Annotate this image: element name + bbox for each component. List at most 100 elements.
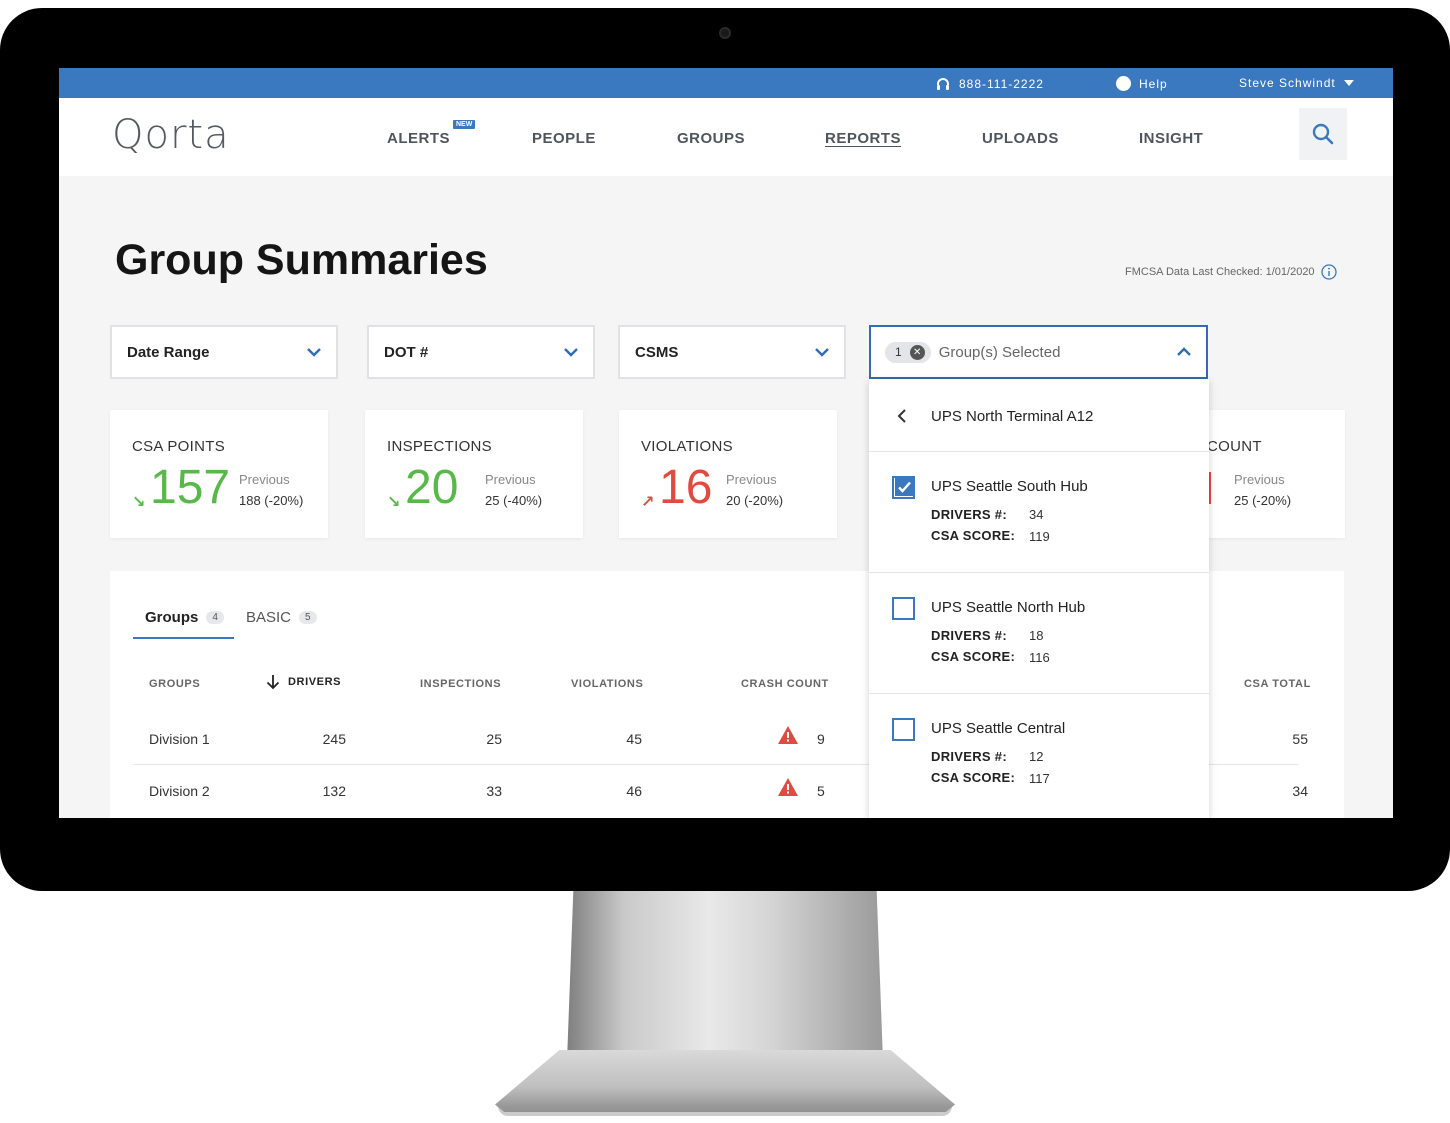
dropdown-back-item[interactable]: UPS North Terminal A12 [869, 379, 1209, 452]
phone-number: 888-111-2222 [959, 77, 1044, 91]
trend-down-icon: ↘ [387, 494, 401, 511]
page-title: Group Summaries [115, 236, 488, 284]
column-header-crash-count[interactable]: CRASH COUNT [741, 678, 829, 690]
trend-down-icon: ↘ [132, 494, 146, 511]
card-previous-value: 20 (-20%) [726, 493, 784, 508]
column-header-violations[interactable]: VIOLATIONS [571, 678, 643, 690]
date-range-label: Date Range [127, 343, 210, 361]
cell-drivers: 245 [322, 731, 346, 747]
checkbox-unchecked[interactable] [892, 718, 915, 741]
selected-count: 1 [895, 345, 902, 359]
warning-icon [778, 726, 798, 744]
monitor-base-shadow [498, 1106, 952, 1116]
tab-label: Groups [145, 609, 199, 626]
drivers-label: DRIVERS #: [931, 507, 1007, 522]
dot-select[interactable]: DOT # [367, 325, 595, 379]
column-header-inspections[interactable]: INSPECTIONS [420, 678, 501, 690]
caret-down-icon [1343, 80, 1354, 86]
camera-icon [719, 27, 731, 39]
chevron-down-icon [307, 348, 321, 357]
chevron-left-icon [897, 409, 906, 423]
nav-groups[interactable]: GROUPS [677, 130, 745, 147]
nav-reports[interactable]: REPORTS [825, 130, 901, 147]
clear-selection-icon[interactable]: ✕ [909, 344, 925, 360]
cell-violations: 45 [626, 731, 642, 747]
nav-insight[interactable]: INSIGHT [1139, 130, 1203, 147]
utility-bar: 888-111-2222 Help Steve Schwindt [59, 68, 1393, 98]
nav-alerts[interactable]: ALERTS [387, 130, 450, 147]
card-title: INSPECTIONS [387, 438, 492, 455]
help-link[interactable]: Help [1116, 76, 1168, 91]
support-phone[interactable]: 888-111-2222 [935, 76, 1044, 92]
checkmark-icon [895, 478, 913, 496]
drivers-value: 12 [1029, 749, 1044, 764]
csa-score-value: 119 [1029, 529, 1050, 544]
user-name: Steve Schwindt [1239, 76, 1336, 90]
chevron-down-icon [564, 348, 578, 357]
cell-drivers: 132 [322, 783, 346, 799]
card-value: 16 [659, 461, 713, 514]
kpi-card-violations: VIOLATIONS ↗ 16 Previous 20 (-20%) [619, 410, 837, 538]
help-icon [1116, 76, 1131, 91]
checkbox-unchecked[interactable] [892, 597, 915, 620]
nav-uploads[interactable]: UPLOADS [982, 130, 1059, 147]
dropdown-option[interactable]: UPS Seattle North Hub DRIVERS #: 18 CSA … [869, 573, 1209, 694]
groups-dropdown-menu: UPS North Terminal A12 UPS Seattle South… [869, 379, 1209, 818]
new-badge: NEW [453, 120, 476, 129]
dropdown-option[interactable]: UPS Seattle South Hub DRIVERS #: 34 CSA … [869, 452, 1209, 573]
nav-people[interactable]: PEOPLE [532, 130, 596, 147]
fmcsa-text: FMCSA Data Last Checked: 1/01/2020 [1125, 266, 1315, 278]
option-name: UPS Seattle South Hub [931, 478, 1088, 495]
tab-groups[interactable]: Groups 4 [145, 609, 224, 626]
cell-group[interactable]: Division 1 [149, 731, 210, 747]
monitor-base [495, 1050, 955, 1112]
cell-inspections: 33 [486, 783, 502, 799]
csa-score-label: CSA SCORE: [931, 770, 1016, 785]
csa-score-value: 117 [1029, 771, 1050, 786]
option-name: UPS Seattle Central [931, 720, 1066, 737]
tab-count: 5 [299, 611, 317, 624]
groups-select-value: 1 ✕ Group(s) Selected [885, 341, 1061, 363]
dropdown-option[interactable]: UPS Seattle Central DRIVERS #: 12 CSA SC… [869, 694, 1209, 815]
cell-crash-count: 9 [817, 731, 825, 747]
card-value: 20 [405, 461, 459, 514]
cell-violations: 46 [626, 783, 642, 799]
headset-icon [937, 78, 949, 90]
groups-select[interactable]: 1 ✕ Group(s) Selected [869, 325, 1208, 379]
tab-basic[interactable]: BASIC 5 [246, 609, 317, 626]
cell-csa-total: 34 [1292, 783, 1308, 799]
cell-crash-count: 5 [817, 783, 825, 799]
cell-group[interactable]: Division 2 [149, 783, 210, 799]
card-previous-value: 25 (-40%) [485, 493, 543, 508]
trend-up-icon: ↗ [641, 494, 655, 511]
groups-selected-text: Group(s) Selected [938, 343, 1061, 361]
main-navbar: Qorta ALERTS NEW PEOPLE GROUPS REPORTS U… [59, 98, 1393, 176]
cell-inspections: 25 [486, 731, 502, 747]
tab-count: 4 [206, 611, 224, 624]
drivers-value: 34 [1029, 507, 1044, 522]
user-menu[interactable]: Steve Schwindt [1239, 76, 1354, 90]
card-value: 157 [150, 461, 231, 514]
csa-score-label: CSA SCORE: [931, 528, 1016, 543]
option-name: UPS Seattle North Hub [931, 599, 1086, 616]
help-label: Help [1139, 76, 1168, 91]
csms-select[interactable]: CSMS [618, 325, 846, 379]
checkbox-checked[interactable] [892, 476, 915, 499]
column-header-groups[interactable]: GROUPS [149, 678, 200, 690]
csms-label: CSMS [635, 343, 679, 361]
card-title: CSA POINTS [132, 438, 226, 455]
drivers-label: DRIVERS #: [931, 749, 1007, 764]
card-previous-label: Previous [1234, 472, 1285, 487]
info-icon[interactable] [1320, 264, 1337, 280]
date-range-select[interactable]: Date Range [110, 325, 338, 379]
csa-score-label: CSA SCORE: [931, 649, 1016, 664]
drivers-label: DRIVERS #: [931, 628, 1007, 643]
column-header-drivers[interactable]: DRIVERS [266, 674, 341, 690]
tab-label: BASIC [246, 609, 292, 626]
search-button[interactable] [1299, 108, 1347, 160]
search-icon [1312, 123, 1334, 145]
qorta-logo[interactable]: Qorta [112, 112, 230, 158]
selected-count-chip[interactable]: 1 ✕ [885, 341, 931, 363]
column-header-csa-total[interactable]: CSA TOTAL [1244, 678, 1311, 690]
card-previous-value: 25 (-20%) [1234, 493, 1292, 508]
